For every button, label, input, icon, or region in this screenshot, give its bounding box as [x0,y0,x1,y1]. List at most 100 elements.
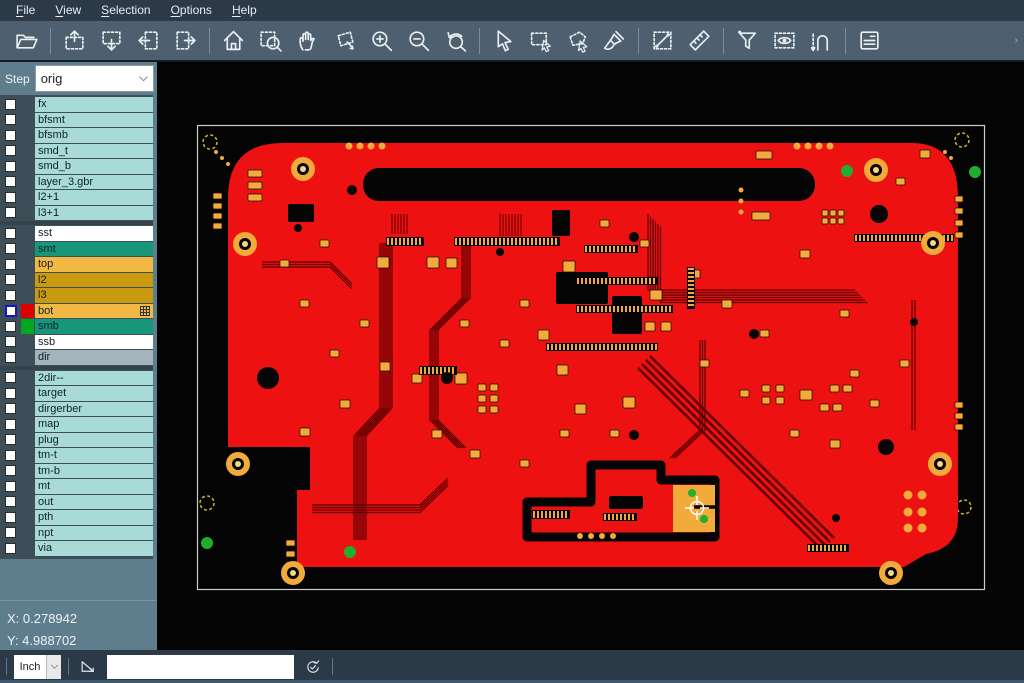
grid-icon[interactable] [140,306,150,316]
layer-label-l3[interactable]: l3 [35,288,153,303]
layer-row-plug[interactable]: plug [0,433,153,448]
layer-checkbox-layer_3.gbr[interactable] [5,176,16,187]
layer-row-sst[interactable]: sst [0,226,153,241]
select-polygon-button[interactable] [559,24,596,58]
unit-select[interactable]: Inch [14,655,61,679]
layer-row-map[interactable]: map [0,417,153,432]
layer-row-out[interactable]: out [0,495,153,510]
chevron-down-icon[interactable] [133,72,153,85]
zoom-window-button[interactable] [326,24,363,58]
layer-row-l2+1[interactable]: l2+1 [0,190,153,205]
layer-row-smb[interactable]: smb [0,319,153,334]
layer-row-l2[interactable]: l2 [0,273,153,288]
layer-checkbox-mt[interactable] [5,481,16,492]
layer-checkbox-tm-b[interactable] [5,465,16,476]
view-visibility-button[interactable] [766,24,803,58]
layer-label-ssb[interactable]: ssb [35,335,153,350]
pan-left-button[interactable] [130,24,167,58]
layer-checkbox-dirgerber[interactable] [5,403,16,414]
menu-view[interactable]: View [45,1,91,20]
layer-label-target[interactable]: target [35,386,153,401]
layer-row-bot[interactable]: bot [0,304,153,319]
layer-checkbox-sst[interactable] [5,228,16,239]
open-folder-button[interactable] [8,24,45,58]
layer-row-smd_b[interactable]: smd_b [0,159,153,174]
layer-label-pth[interactable]: pth [35,510,153,525]
layer-checkbox-smd_b[interactable] [5,161,16,172]
layer-row-smt[interactable]: smt [0,242,153,257]
layer-row-dir[interactable]: dir [0,350,153,365]
layer-label-smt[interactable]: smt [35,242,153,257]
pan-right-button[interactable] [167,24,204,58]
measure-ruler-button[interactable] [681,24,718,58]
layer-row-target[interactable]: target [0,386,153,401]
zoom-area-button[interactable] [252,24,289,58]
layer-row-bfsmb[interactable]: bfsmb [0,128,153,143]
layer-row-smd_t[interactable]: smd_t [0,144,153,159]
angle-measure-icon[interactable] [76,655,100,679]
measure-distance-button[interactable] [644,24,681,58]
layer-checkbox-l3[interactable] [5,290,16,301]
layer-row-tm-t[interactable]: tm-t [0,448,153,463]
layer-label-l2+1[interactable]: l2+1 [35,190,153,205]
layer-checkbox-npt[interactable] [5,527,16,538]
select-rect-button[interactable] [522,24,559,58]
menu-file[interactable]: File [6,1,45,20]
layer-label-smd_t[interactable]: smd_t [35,144,153,159]
chevron-down-icon[interactable] [46,655,61,679]
clear-brush-button[interactable] [596,24,633,58]
layer-row-dirgerber[interactable]: dirgerber [0,402,153,417]
layer-checkbox-target[interactable] [5,388,16,399]
layer-checkbox-smb[interactable] [5,321,16,332]
layer-checkbox-map[interactable] [5,419,16,430]
layer-checkbox-bot[interactable] [5,305,17,317]
layer-label-bot[interactable]: bot [35,304,153,319]
layer-row-layer_3.gbr[interactable]: layer_3.gbr [0,175,153,190]
layer-row-pth[interactable]: pth [0,510,153,525]
layer-label-top[interactable]: top [35,257,153,272]
filter-button[interactable] [729,24,766,58]
zoom-in-button[interactable] [363,24,400,58]
layer-row-ssb[interactable]: ssb [0,335,153,350]
layer-label-tm-b[interactable]: tm-b [35,464,153,479]
layer-label-2dir--[interactable]: 2dir-- [35,371,153,386]
layer-checkbox-dir[interactable] [5,352,16,363]
command-input[interactable] [107,655,294,679]
layer-checkbox-smd_t[interactable] [5,145,16,156]
layer-label-bfsmb[interactable]: bfsmb [35,128,153,143]
layer-row-fx[interactable]: fx [0,97,153,112]
layer-checkbox-plug[interactable] [5,434,16,445]
pan-hand-button[interactable] [289,24,326,58]
layer-checkbox-bfsmt[interactable] [5,114,16,125]
layer-checkbox-tm-t[interactable] [5,450,16,461]
select-pointer-button[interactable] [485,24,522,58]
layer-checkbox-out[interactable] [5,496,16,507]
layer-checkbox-top[interactable] [5,259,16,270]
layer-label-via[interactable]: via [35,541,153,556]
layer-row-via[interactable]: via [0,541,153,556]
menu-options[interactable]: Options [161,1,222,20]
layer-label-smb[interactable]: smb [35,319,153,334]
zoom-out-button[interactable] [400,24,437,58]
layer-checkbox-pth[interactable] [5,512,16,523]
layer-label-l3+1[interactable]: l3+1 [35,206,153,221]
layer-row-bfsmt[interactable]: bfsmt [0,113,153,128]
layer-checkbox-ssb[interactable] [5,336,16,347]
zoom-previous-button[interactable] [437,24,474,58]
pcb-canvas[interactable] [157,62,1024,650]
layer-label-map[interactable]: map [35,417,153,432]
menu-help[interactable]: Help [222,1,267,20]
layer-row-l3[interactable]: l3 [0,288,153,303]
layer-label-sst[interactable]: sst [35,226,153,241]
layer-label-bfsmt[interactable]: bfsmt [35,113,153,128]
layer-label-out[interactable]: out [35,495,153,510]
step-select[interactable]: orig [35,65,154,92]
menu-selection[interactable]: Selection [91,1,160,20]
layer-row-npt[interactable]: npt [0,526,153,541]
layer-label-tm-t[interactable]: tm-t [35,448,153,463]
refresh-check-icon[interactable] [301,655,325,679]
layer-row-l3+1[interactable]: l3+1 [0,206,153,221]
pan-up-button[interactable] [56,24,93,58]
layer-label-plug[interactable]: plug [35,433,153,448]
layer-checkbox-2dir--[interactable] [5,372,16,383]
